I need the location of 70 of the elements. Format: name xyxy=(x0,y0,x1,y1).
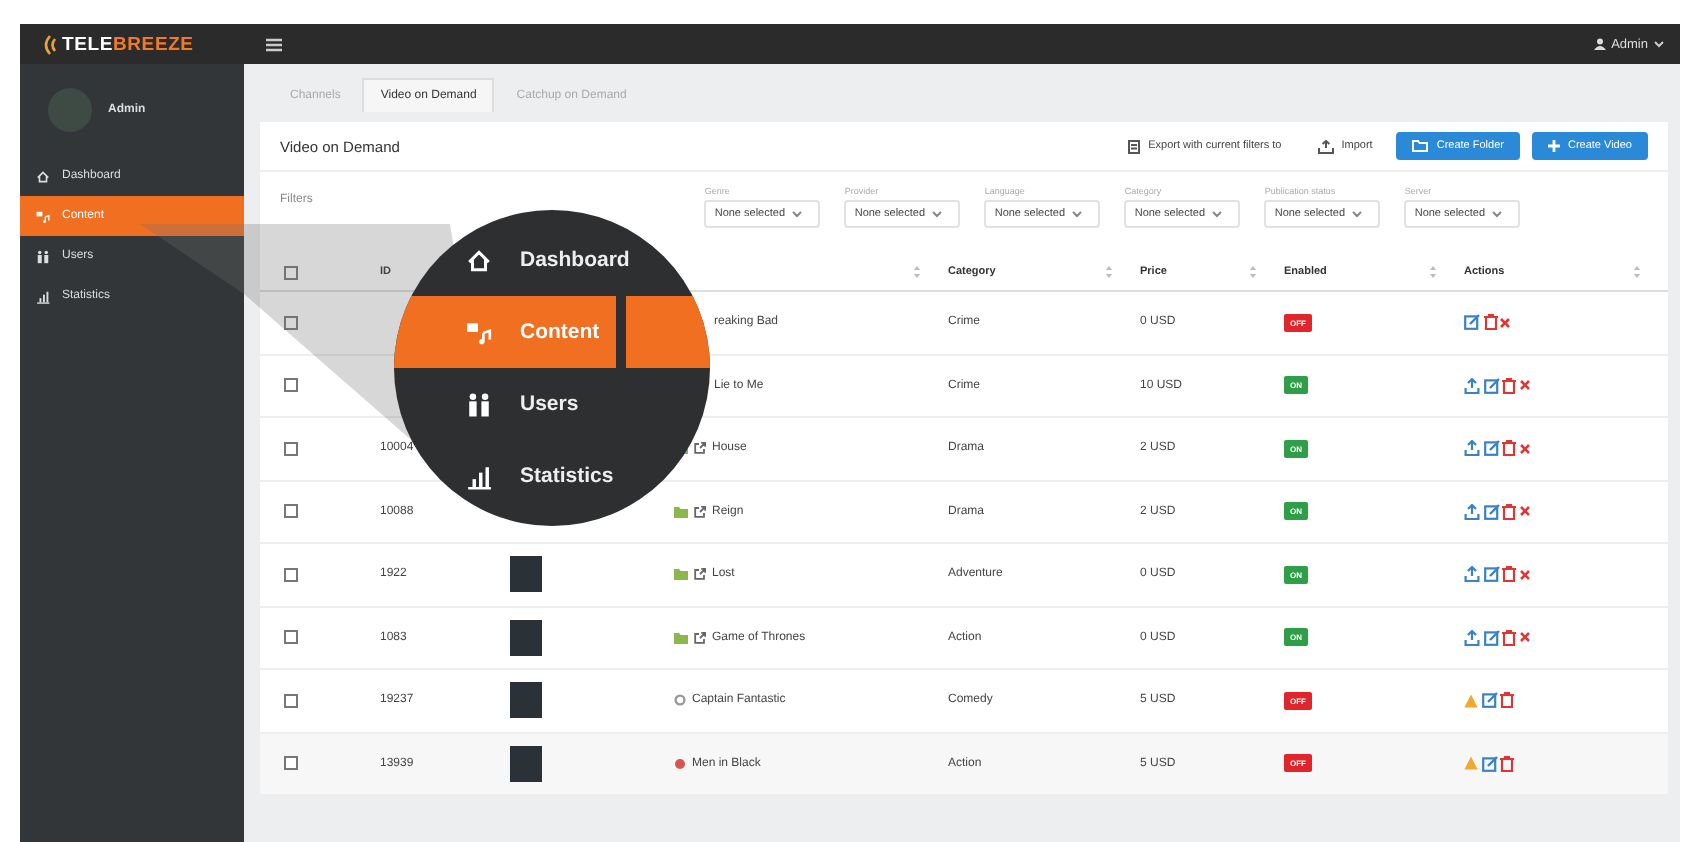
user-icon xyxy=(1593,38,1606,50)
edit-icon[interactable] xyxy=(1483,377,1499,394)
checkbox[interactable] xyxy=(284,693,298,708)
bar-chart-icon xyxy=(466,463,492,489)
menu-icon[interactable] xyxy=(266,37,282,51)
home-icon xyxy=(36,169,50,183)
folder-icon xyxy=(674,505,688,518)
media-icon xyxy=(466,319,492,345)
trash-icon[interactable] xyxy=(1502,440,1516,457)
close-icon[interactable] xyxy=(1519,443,1529,454)
trash-icon[interactable] xyxy=(1502,566,1516,583)
trash-icon[interactable] xyxy=(1502,503,1516,520)
wave-logo-icon xyxy=(40,33,56,55)
close-icon[interactable] xyxy=(1500,317,1510,328)
caret-icon xyxy=(1071,210,1082,218)
edit-icon[interactable] xyxy=(1481,755,1497,772)
media-icon xyxy=(36,209,50,223)
close-icon[interactable] xyxy=(1519,632,1529,643)
checkbox[interactable] xyxy=(284,756,298,771)
checkbox[interactable] xyxy=(284,567,298,582)
trash-icon[interactable] xyxy=(1500,692,1514,709)
logo-text: TELEBREEZE xyxy=(60,33,196,55)
users-icon xyxy=(466,391,492,417)
file-icon xyxy=(1128,139,1141,154)
bar-chart-icon xyxy=(36,289,50,303)
close-icon[interactable] xyxy=(1519,506,1529,517)
trash-icon[interactable] xyxy=(1500,755,1514,772)
folder-icon xyxy=(674,568,688,581)
caret-icon xyxy=(1491,210,1502,218)
upload-icon[interactable] xyxy=(1464,377,1480,394)
upload-icon[interactable] xyxy=(1464,566,1480,583)
caret-icon xyxy=(791,210,802,218)
upload-icon[interactable] xyxy=(1464,440,1480,457)
checkbox[interactable] xyxy=(284,315,298,330)
home-icon xyxy=(466,247,492,273)
checkbox[interactable] xyxy=(284,504,298,519)
users-icon xyxy=(36,249,50,263)
external-link-icon xyxy=(694,505,706,518)
caret-icon xyxy=(1654,37,1664,51)
status-dot-icon xyxy=(674,757,686,770)
edit-icon[interactable] xyxy=(1481,692,1497,709)
trash-icon[interactable] xyxy=(1483,314,1497,331)
checkbox[interactable] xyxy=(284,265,298,279)
checkbox[interactable] xyxy=(284,441,298,456)
close-icon[interactable] xyxy=(1519,380,1529,391)
edit-icon[interactable] xyxy=(1483,566,1499,583)
menu-item[interactable]: Users xyxy=(466,368,595,440)
checkbox[interactable] xyxy=(284,630,298,645)
close-icon[interactable] xyxy=(1519,569,1529,580)
caret-icon xyxy=(1211,210,1222,218)
edit-icon[interactable] xyxy=(1464,314,1480,331)
external-link-icon xyxy=(694,568,706,581)
plus-icon xyxy=(1547,140,1560,153)
caret-icon xyxy=(1351,210,1362,218)
external-link-icon xyxy=(694,442,706,455)
external-link-icon xyxy=(694,631,706,644)
edit-icon[interactable] xyxy=(1483,629,1499,646)
caret-icon xyxy=(931,210,942,218)
edit-icon[interactable] xyxy=(1483,440,1499,457)
upload-icon[interactable] xyxy=(1464,629,1480,646)
checkbox[interactable] xyxy=(284,378,298,393)
menu-item[interactable]: Dashboard xyxy=(466,224,646,296)
trash-icon[interactable] xyxy=(1502,377,1516,394)
menu-item[interactable]: Statistics xyxy=(466,440,630,512)
upload-icon xyxy=(1317,139,1334,154)
folder-icon xyxy=(674,631,688,644)
upload-icon[interactable] xyxy=(1464,503,1480,520)
edit-icon[interactable] xyxy=(1483,503,1499,520)
trash-icon[interactable] xyxy=(1502,629,1516,646)
folder-icon xyxy=(1412,140,1429,153)
